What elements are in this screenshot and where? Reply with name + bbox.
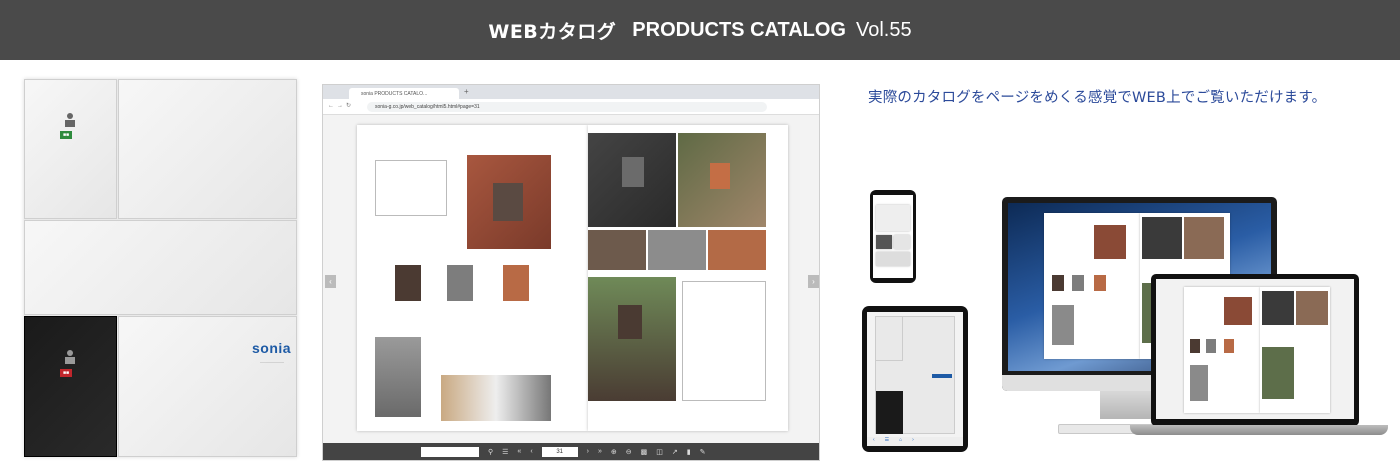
brand-logo: sonia: [252, 340, 292, 356]
spec-diagram: [375, 160, 447, 216]
header-volume: Vol.55: [856, 18, 912, 41]
catalog-page-right: [588, 125, 788, 431]
smartphone-screen: [873, 195, 913, 278]
header-title-en: PRODUCTS CATALOG: [632, 18, 846, 41]
catalog-cover-image[interactable]: ■■ ■■ sonia ——————: [24, 79, 297, 457]
laptop-screen: [1156, 279, 1354, 419]
product-photo: [648, 230, 706, 270]
delivery-person-icon: [65, 350, 75, 364]
viewer-toolbar: ⚲ ☰ « ‹ 31 › » ⊕ ⊖ ▩ ◫ ↗ ▮ ✎: [323, 443, 819, 460]
cover-tile: [118, 316, 297, 457]
product-photo: [708, 230, 766, 270]
laptop-device: [1151, 274, 1359, 426]
cover-tile-dark: [24, 316, 117, 457]
search-icon[interactable]: ⚲: [488, 448, 493, 456]
chevron-right-icon[interactable]: ›: [808, 275, 819, 288]
catalog-viewer: ‹ ›: [323, 115, 819, 445]
green-label-badge: ■■: [60, 131, 73, 139]
product-photo: [467, 155, 551, 249]
bookmark-icon[interactable]: ▮: [687, 448, 691, 456]
product-photo: [375, 337, 421, 417]
cover-tile: [118, 79, 297, 219]
product-photo: [503, 265, 529, 301]
red-label-badge: ■■: [60, 369, 73, 377]
browser-address-bar: ←→↻ sonia-g.co.jp/web_catalog/html5.html…: [323, 99, 819, 115]
browser-url[interactable]: sonia-g.co.jp/web_catalog/html5.html#pag…: [367, 102, 767, 112]
browser-tab[interactable]: sonia PRODUCTS CATALO...: [349, 88, 459, 99]
zoom-in-icon[interactable]: ⊕: [611, 448, 617, 456]
product-photo: [588, 277, 676, 401]
menu-icon[interactable]: ☰: [502, 448, 508, 456]
spread-view-icon[interactable]: ◫: [656, 448, 663, 456]
spec-diagram: [682, 281, 766, 401]
browser-nav-icons[interactable]: ←→↻: [328, 102, 354, 109]
product-photo: [441, 375, 551, 421]
last-page-icon[interactable]: »: [598, 448, 602, 455]
print-icon[interactable]: ▩: [641, 448, 648, 456]
cover-tile: [24, 220, 297, 315]
new-tab-icon[interactable]: +: [464, 87, 469, 96]
product-photo: [447, 265, 473, 301]
catalog-page-left: [357, 125, 588, 431]
browser-screenshot: sonia PRODUCTS CATALO... + ←→↻ sonia-g.c…: [322, 84, 820, 461]
product-photo: [588, 133, 676, 227]
first-page-icon[interactable]: «: [517, 448, 521, 455]
page-header: WEBカタログ PRODUCTS CATALOG Vol.55: [0, 0, 1400, 60]
chevron-left-icon[interactable]: ‹: [325, 275, 336, 288]
browser-tab-strip: sonia PRODUCTS CATALO... +: [323, 85, 819, 99]
header-title-jp: WEBカタログ: [488, 20, 617, 43]
next-page-icon[interactable]: ›: [587, 448, 589, 455]
tablet-screen: ‹☰⌂›: [867, 312, 963, 446]
viewer-search-input[interactable]: [421, 446, 479, 457]
catalog-description: 実際のカタログをページをめくる感覚でWEB上でご覧いただけます。: [868, 90, 1327, 106]
page-number-input[interactable]: 31: [541, 446, 578, 457]
brand-tagline: ——————: [260, 359, 284, 364]
delivery-person-icon: [65, 113, 75, 127]
product-photo: [395, 265, 421, 301]
tablet-device: ‹☰⌂›: [862, 306, 968, 452]
cover-tile: [24, 79, 117, 219]
pen-icon[interactable]: ✎: [700, 448, 706, 456]
zoom-out-icon[interactable]: ⊖: [626, 448, 632, 456]
product-photo: [678, 133, 766, 227]
prev-page-icon[interactable]: ‹: [530, 448, 532, 455]
smartphone-device: [870, 190, 916, 283]
laptop-base: [1130, 425, 1388, 435]
share-icon[interactable]: ↗: [672, 448, 678, 456]
product-photo: [588, 230, 646, 270]
